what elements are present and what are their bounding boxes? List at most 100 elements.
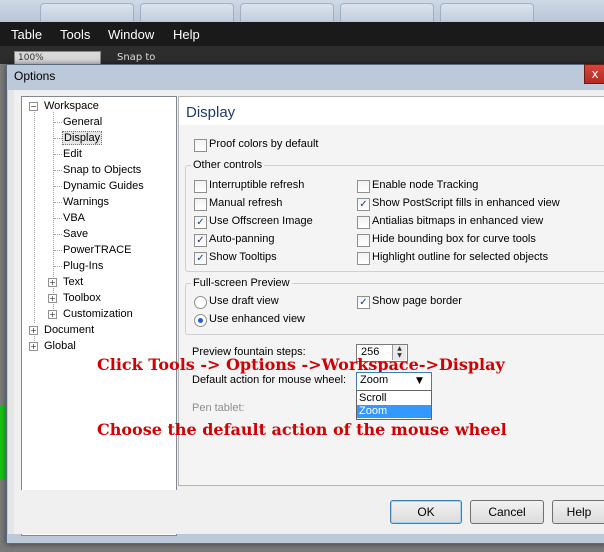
annotation-instruction: Choose the default action of the mouse w… bbox=[97, 420, 507, 439]
browser-tab[interactable] bbox=[240, 3, 334, 21]
show-postscript-fills-checkbox[interactable]: ✓ bbox=[357, 198, 370, 211]
highlight-outline-checkbox[interactable] bbox=[357, 252, 370, 265]
tree-item-display[interactable]: Display bbox=[62, 131, 103, 145]
panel-header bbox=[179, 97, 604, 125]
tree-item-dynamic-guides[interactable]: Dynamic Guides bbox=[63, 180, 144, 192]
tree-item-label: Global bbox=[44, 340, 76, 352]
mouse-wheel-label: Default action for mouse wheel: bbox=[192, 374, 347, 386]
menu-tools[interactable]: Tools bbox=[60, 27, 90, 42]
tree-item-label: Workspace bbox=[44, 100, 99, 112]
tree-item-label: Edit bbox=[63, 148, 82, 160]
tree-item-label: Display bbox=[62, 131, 103, 145]
use-offscreen-image-checkbox[interactable]: ✓ bbox=[194, 216, 207, 229]
hide-bounding-box-checkbox[interactable] bbox=[357, 234, 370, 247]
menu-table[interactable]: Table bbox=[11, 27, 42, 42]
menu-window[interactable]: Window bbox=[108, 27, 154, 42]
tree-item-label: VBA bbox=[63, 212, 86, 224]
tree-item-label: General bbox=[63, 116, 103, 128]
chevron-down-icon[interactable]: ▼ bbox=[416, 376, 423, 386]
tree-item-label: Snap to Objects bbox=[63, 164, 142, 176]
browser-tab[interactable] bbox=[40, 3, 134, 21]
dialog-left-edge bbox=[8, 90, 14, 534]
tree-connector bbox=[54, 170, 62, 171]
menu-help[interactable]: Help bbox=[173, 27, 200, 42]
tree-item-general[interactable]: General bbox=[63, 116, 102, 128]
proof-colors-label: Proof colors by default bbox=[209, 138, 319, 150]
cancel-button[interactable]: Cancel bbox=[470, 500, 544, 524]
option-label: Enable node Tracking bbox=[372, 179, 479, 191]
tree-item-customization[interactable]: Customization bbox=[63, 308, 133, 320]
draft-view-radio[interactable] bbox=[194, 296, 207, 309]
tree-item-save[interactable]: Save bbox=[63, 228, 88, 240]
expand-icon[interactable]: + bbox=[48, 294, 57, 303]
tree-item-document[interactable]: Document bbox=[44, 324, 94, 336]
option-label: Hide bounding box for curve tools bbox=[372, 233, 536, 245]
tree-item-toolbox[interactable]: Toolbox bbox=[63, 292, 101, 304]
manual-refresh-checkbox[interactable] bbox=[194, 198, 207, 211]
enable-node-tracking-checkbox[interactable] bbox=[357, 180, 370, 193]
tree-item-snap-to-objects[interactable]: Snap to Objects bbox=[63, 164, 141, 176]
tree-item-label: Text bbox=[63, 276, 84, 288]
dialog-title: Options bbox=[14, 69, 56, 83]
option-label: Manual refresh bbox=[209, 197, 283, 209]
show-page-border-checkbox[interactable]: ✓ bbox=[357, 296, 370, 309]
tree-item-edit[interactable]: Edit bbox=[63, 148, 82, 160]
dropdown-option-zoom[interactable]: Zoom bbox=[357, 405, 431, 418]
tree-connector bbox=[54, 138, 62, 139]
collapse-icon[interactable]: − bbox=[29, 102, 38, 111]
interruptible-refresh-checkbox[interactable] bbox=[194, 180, 207, 193]
tree-connector bbox=[54, 234, 62, 235]
tree-connector bbox=[54, 154, 62, 155]
browser-tab[interactable] bbox=[440, 3, 534, 21]
option-label: Use Offscreen Image bbox=[209, 215, 313, 227]
tree-item-label: Save bbox=[63, 228, 89, 240]
zoom-level-combo[interactable]: 100% bbox=[14, 51, 101, 65]
antialias-bitmaps-checkbox[interactable] bbox=[357, 216, 370, 229]
option-label: Use enhanced view bbox=[209, 313, 306, 325]
tree-item-vba[interactable]: VBA bbox=[63, 212, 85, 224]
tree-item-label: Customization bbox=[63, 308, 133, 320]
browser-tab[interactable] bbox=[140, 3, 234, 21]
tree-guide-line bbox=[34, 112, 35, 323]
tree-connector bbox=[54, 186, 62, 187]
expand-icon[interactable]: + bbox=[29, 342, 38, 351]
tree-item-label: Document bbox=[44, 324, 95, 336]
close-button[interactable]: x bbox=[584, 64, 604, 84]
tree-item-workspace[interactable]: Workspace bbox=[44, 100, 99, 112]
tree-item-label: Warnings bbox=[63, 196, 110, 208]
annotation-instruction: Click Tools -> Options ->Workspace->Disp… bbox=[97, 355, 505, 374]
option-label: Show PostScript fills in enhanced view bbox=[372, 197, 560, 209]
help-button[interactable]: Help bbox=[552, 500, 604, 524]
group-label: Other controls bbox=[191, 159, 265, 171]
tree-item-plug-ins[interactable]: Plug-Ins bbox=[63, 260, 103, 272]
tree-item-global[interactable]: Global bbox=[44, 340, 76, 352]
option-label: Highlight outline for selected objects bbox=[372, 251, 549, 263]
expand-icon[interactable]: + bbox=[48, 310, 57, 319]
option-label: Show Tooltips bbox=[209, 251, 277, 263]
panel-title: Display bbox=[186, 104, 236, 121]
dropdown-option-scroll[interactable]: Scroll bbox=[357, 392, 431, 405]
browser-tab[interactable] bbox=[340, 3, 434, 21]
tree-item-label: Dynamic Guides bbox=[63, 180, 144, 192]
show-tooltips-checkbox[interactable]: ✓ bbox=[194, 252, 207, 265]
auto-panning-checkbox[interactable]: ✓ bbox=[194, 234, 207, 247]
expand-icon[interactable]: + bbox=[29, 326, 38, 335]
expand-icon[interactable]: + bbox=[48, 278, 57, 287]
tree-connector bbox=[54, 250, 62, 251]
mouse-wheel-value: Zoom bbox=[360, 374, 389, 386]
tree-item-powertrace[interactable]: PowerTRACE bbox=[63, 244, 131, 256]
proof-colors-checkbox[interactable] bbox=[194, 139, 207, 152]
tree-item-warnings[interactable]: Warnings bbox=[63, 196, 109, 208]
tree-connector bbox=[54, 266, 62, 267]
snap-to-button[interactable]: Snap to bbox=[117, 52, 155, 63]
enhanced-view-radio[interactable] bbox=[194, 314, 207, 327]
tree-connector bbox=[54, 218, 62, 219]
option-label: Auto-panning bbox=[209, 233, 275, 245]
group-label: Full-screen Preview bbox=[191, 277, 292, 289]
tree-item-label: PowerTRACE bbox=[63, 244, 132, 256]
menu-bar bbox=[0, 22, 604, 46]
tree-item-text[interactable]: Text bbox=[63, 276, 83, 288]
ok-button[interactable]: OK bbox=[390, 500, 462, 524]
option-label: Use draft view bbox=[209, 295, 279, 307]
fullscreen-preview-group bbox=[185, 283, 604, 335]
